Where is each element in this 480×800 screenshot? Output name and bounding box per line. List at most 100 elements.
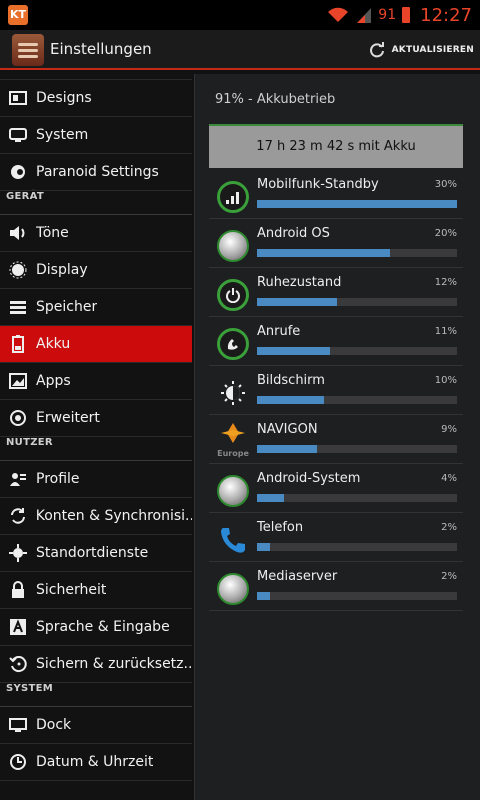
usage-percent: 2% xyxy=(441,571,457,582)
usage-percent: 12% xyxy=(434,277,457,288)
battery-usage-list: Mobilfunk-Standby 30% Android OS 20% Ruh… xyxy=(209,170,463,611)
brightness-icon xyxy=(217,377,249,409)
usage-bar-track xyxy=(257,494,457,502)
section-header-system: SYSTEM xyxy=(0,683,192,707)
usage-bar-track xyxy=(257,298,457,306)
language-icon xyxy=(8,617,28,637)
sidebar-item-label: Dock xyxy=(36,717,72,733)
usage-row-mobile-standby[interactable]: Mobilfunk-Standby 30% xyxy=(209,170,463,219)
usage-row-calls[interactable]: Anrufe 11% xyxy=(209,317,463,366)
sidebar-item-security[interactable]: Sicherheit xyxy=(0,572,192,609)
navigon-icon: Europe xyxy=(213,421,253,461)
sidebar-item-label: Konten & Synchronisi.. xyxy=(35,508,192,524)
usage-name: Bildschirm xyxy=(257,373,325,388)
sidebar-item-label: Speicher xyxy=(36,299,98,315)
usage-bar-fill xyxy=(257,592,271,600)
sidebar-item-profile[interactable]: Profile xyxy=(0,461,192,498)
power-icon xyxy=(217,279,249,311)
sidebar-item-storage[interactable]: Speicher xyxy=(0,289,192,326)
sound-icon xyxy=(8,223,28,243)
sidebar-item-apps[interactable]: Apps xyxy=(0,363,192,400)
display-icon xyxy=(8,260,28,280)
sidebar-item-backup-reset[interactable]: Sichern & zurücksetz.. xyxy=(0,646,192,683)
usage-percent: 20% xyxy=(434,228,457,239)
sidebar-item-label: Standortdienste xyxy=(36,545,149,561)
usage-bar-track xyxy=(257,249,457,257)
sidebar-item-battery[interactable]: Akku xyxy=(0,326,192,363)
sync-icon xyxy=(8,506,28,526)
usage-name: Ruhezustand xyxy=(257,275,342,290)
usage-percent: 30% xyxy=(434,179,457,190)
usage-percent: 4% xyxy=(441,473,457,484)
refresh-label: AKTUALISIEREN xyxy=(391,45,474,55)
usage-bar-track xyxy=(257,543,457,551)
location-icon xyxy=(8,543,28,563)
usage-row-mediaserver[interactable]: Mediaserver 2% xyxy=(209,562,463,611)
usage-bar-fill xyxy=(257,396,324,404)
cell-standby-icon xyxy=(217,181,249,213)
usage-row-android-system[interactable]: Android-System 4% xyxy=(209,464,463,513)
sidebar-item-system[interactable]: System xyxy=(0,117,192,154)
usage-name: Anrufe xyxy=(257,324,301,339)
sidebar-item-label: System xyxy=(36,127,89,143)
sidebar-item-label: Designs xyxy=(36,90,92,106)
sidebar-item-label: Datum & Uhrzeit xyxy=(36,754,154,770)
sidebar-item-label: Akku xyxy=(36,336,71,352)
sidebar-item-date-time[interactable]: Datum & Uhrzeit xyxy=(0,744,192,781)
lock-icon xyxy=(8,580,28,600)
sidebar-item-designs[interactable]: Designs xyxy=(0,80,192,117)
telephone-icon xyxy=(217,524,249,556)
usage-bar-fill xyxy=(257,249,391,257)
action-bar: Einstellungen AKTUALISIEREN xyxy=(0,30,480,70)
sidebar-item-paranoid-settings[interactable]: Paranoid Settings xyxy=(0,154,192,191)
usage-bar-fill xyxy=(257,347,331,355)
sidebar-item-label: Töne xyxy=(36,225,69,241)
advanced-icon xyxy=(8,408,28,428)
usage-row-idle[interactable]: Ruhezustand 12% xyxy=(209,268,463,317)
battery-icon xyxy=(8,334,28,354)
sidebar-item-sound[interactable]: Töne xyxy=(0,215,192,252)
usage-bar-track xyxy=(257,396,457,404)
android-os-icon xyxy=(217,230,249,262)
android-system-icon xyxy=(217,475,249,507)
refresh-button[interactable]: AKTUALISIEREN xyxy=(368,39,474,61)
signal-icon xyxy=(357,8,372,23)
sidebar-item-language[interactable]: Sprache & Eingabe xyxy=(0,609,192,646)
usage-bar-fill xyxy=(257,445,317,453)
usage-name: NAVIGON xyxy=(257,422,318,437)
usage-bar-track xyxy=(257,445,457,453)
usage-percent: 2% xyxy=(441,522,457,533)
sidebar-item-label: Sichern & zurücksetz.. xyxy=(35,656,192,672)
sidebar-item-label: Profile xyxy=(36,471,80,487)
sidebar-item-label: Erweitert xyxy=(36,410,100,426)
sidebar-item-advanced[interactable]: Erweitert xyxy=(0,400,192,437)
battery-history-summary[interactable]: 17 h 23 m 42 s mit Akku xyxy=(209,124,463,168)
apps-icon xyxy=(8,371,28,391)
sidebar-item-location[interactable]: Standortdienste xyxy=(0,535,192,572)
usage-percent: 10% xyxy=(434,375,457,386)
status-right: 91 12:27 xyxy=(326,0,472,30)
sidebar-item-accounts-sync[interactable]: Konten & Synchronisi.. xyxy=(0,498,192,535)
usage-row-screen[interactable]: Bildschirm 10% xyxy=(209,366,463,415)
sidebar-item-label: Sicherheit xyxy=(36,582,107,598)
usage-row-navigon[interactable]: Europe NAVIGON 9% xyxy=(209,415,463,464)
sidebar-item-partial[interactable] xyxy=(0,72,192,80)
sidebar-item-dock[interactable]: Dock xyxy=(0,707,192,744)
usage-bar-track xyxy=(257,200,457,208)
usage-row-telephone[interactable]: Telefon 2% xyxy=(209,513,463,562)
settings-sidebar: Designs System Paranoid Settings GERÄT T… xyxy=(0,72,192,800)
sidebar-item-partial-bottom[interactable] xyxy=(0,781,192,800)
sidebar-item-label: Apps xyxy=(36,373,71,389)
battery-icon xyxy=(402,7,411,23)
usage-row-android-os[interactable]: Android OS 20% xyxy=(209,219,463,268)
usage-name: Android OS xyxy=(257,226,330,241)
usage-bar-fill xyxy=(257,494,284,502)
section-header-device: GERÄT xyxy=(0,191,192,215)
sidebar-item-display[interactable]: Display xyxy=(0,252,192,289)
battery-status-header: 91% - Akkubetrieb xyxy=(215,92,336,107)
usage-percent: 11% xyxy=(434,326,457,337)
section-header-user: NUTZER xyxy=(0,437,192,461)
usage-bar-fill xyxy=(257,298,337,306)
settings-app-icon[interactable] xyxy=(12,34,44,66)
usage-name: Mobilfunk-Standby xyxy=(257,177,379,192)
